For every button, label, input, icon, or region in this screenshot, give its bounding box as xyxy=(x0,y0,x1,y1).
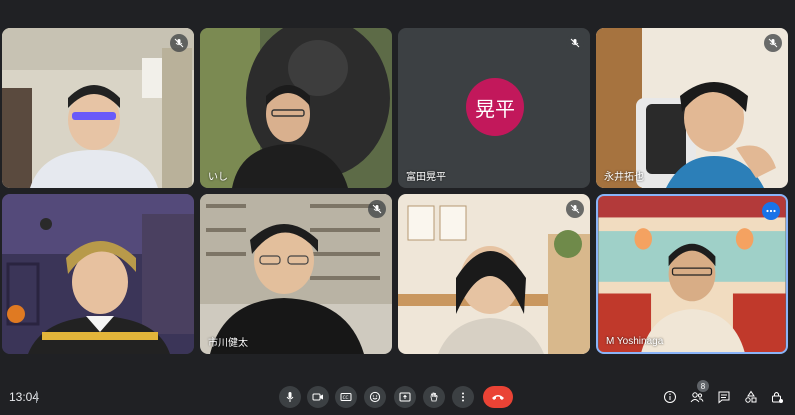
more-options-icon[interactable] xyxy=(762,202,780,220)
participant-count-badge: 8 xyxy=(697,380,709,392)
avatar: 晃平 xyxy=(466,78,524,136)
more-options-button[interactable] xyxy=(452,386,474,408)
activities-icon xyxy=(745,390,757,403)
participant-video-8 xyxy=(598,196,786,352)
activities-button[interactable] xyxy=(741,387,761,407)
participant-name: 市川健太 xyxy=(208,338,248,349)
participant-tile-4[interactable]: 永井拓也 xyxy=(596,28,788,188)
camera-icon xyxy=(312,393,323,401)
camera-button[interactable] xyxy=(307,386,329,408)
participant-video-7 xyxy=(398,194,590,354)
chat-button[interactable] xyxy=(714,387,734,407)
participant-video-4 xyxy=(596,28,788,188)
participant-video-2 xyxy=(200,28,392,188)
captions-button[interactable]: CC xyxy=(335,386,357,408)
more-options-icon xyxy=(462,392,464,402)
divider xyxy=(36,391,37,403)
present-icon xyxy=(399,392,411,402)
participant-tile-1[interactable] xyxy=(2,28,194,188)
participant-video-5 xyxy=(2,194,194,354)
mic-off-icon xyxy=(170,34,188,52)
mic-off-icon xyxy=(566,34,584,52)
participant-tile-7[interactable] xyxy=(398,194,590,354)
svg-text:CC: CC xyxy=(343,395,349,400)
mic-off-icon xyxy=(764,34,782,52)
host-controls-icon xyxy=(772,392,783,403)
info-icon xyxy=(664,391,676,403)
participant-tile-2[interactable]: いし xyxy=(200,28,392,188)
mic-off-icon xyxy=(368,200,386,218)
participant-video-6 xyxy=(200,194,392,354)
mic-off-icon xyxy=(566,200,584,218)
participant-name: いし xyxy=(208,172,228,183)
captions-icon: CC xyxy=(340,393,352,401)
emoji-icon xyxy=(369,391,381,403)
participant-tile-3[interactable]: 晃平 富田晃平 xyxy=(398,28,590,188)
people-icon xyxy=(690,392,704,403)
participant-tile-6[interactable]: 市川健太 xyxy=(200,194,392,354)
microphone-icon xyxy=(286,392,294,402)
participant-name: M Yoshinaga xyxy=(606,336,664,347)
hangup-button[interactable] xyxy=(483,386,513,408)
chat-icon xyxy=(718,391,730,404)
participant-tile-8[interactable]: M Yoshinaga xyxy=(596,194,788,354)
raise-hand-button[interactable] xyxy=(423,386,445,408)
raise-hand-icon xyxy=(430,392,438,402)
hangup-icon xyxy=(492,395,504,400)
participant-name: 永井拓也 xyxy=(604,172,644,183)
video-grid: いし 晃平 富田晃平 永井拓也 市川健太 M Yoshinaga xyxy=(0,0,795,370)
meeting-time: 13:04 xyxy=(9,390,40,404)
participant-video-1 xyxy=(2,28,194,188)
control-bar: 13:04 CC xyxy=(0,378,795,415)
info-button[interactable] xyxy=(660,387,680,407)
emoji-button[interactable] xyxy=(364,386,386,408)
microphone-button[interactable] xyxy=(279,386,301,408)
participant-tile-5[interactable] xyxy=(2,194,194,354)
present-button[interactable] xyxy=(394,386,416,408)
participant-name: 富田晃平 xyxy=(406,172,446,183)
host-controls-button[interactable] xyxy=(767,387,787,407)
